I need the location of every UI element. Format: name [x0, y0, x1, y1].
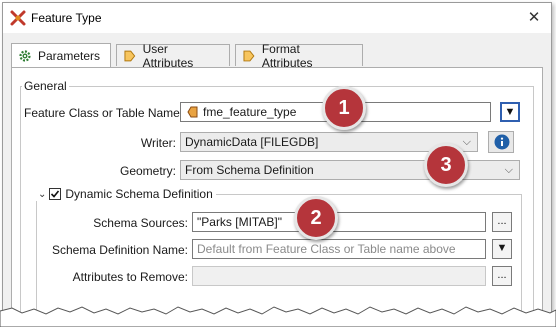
schema-name-input[interactable]: Default from Feature Class or Table name…: [192, 239, 486, 259]
schema-sources-label: Schema Sources:: [93, 216, 188, 230]
dynamic-schema-label: Dynamic Schema Definition: [65, 187, 213, 201]
geometry-value: From Schema Definition: [185, 163, 314, 177]
callout-badge-2: 2: [294, 196, 338, 240]
tab-label: Format Attributes: [261, 41, 313, 70]
attribute-arrow-icon: [243, 50, 255, 61]
window-title: Feature Type: [31, 11, 102, 25]
geometry-select[interactable]: From Schema Definition ⌵: [180, 160, 520, 180]
torn-edge-decoration: [0, 306, 556, 327]
gear-icon: [19, 49, 31, 62]
writer-info-button[interactable]: [488, 131, 514, 153]
feature-class-label: Feature Class or Table Name:: [24, 106, 184, 120]
triangle-down-icon: ▼: [504, 106, 516, 118]
callout-badge-1: 1: [322, 86, 366, 130]
feature-type-dialog: Feature Type ✕ Parameters User Attribute…: [2, 2, 552, 327]
writer-value: DynamicData [FILEGDB]: [185, 135, 319, 149]
dynamic-schema-checkbox[interactable]: [49, 188, 62, 200]
schema-name-label: Schema Definition Name:: [51, 243, 188, 257]
general-group-label: General: [22, 79, 69, 93]
chevron-down-icon: ⌵: [504, 164, 513, 176]
tab-format-attributes[interactable]: Format Attributes: [235, 42, 363, 70]
attributes-remove-browse-button[interactable]: ...: [492, 266, 512, 286]
triangle-down-icon: ▼: [496, 242, 508, 254]
parameters-panel: General Feature Class or Table Name: fme…: [11, 67, 543, 326]
title-bar: Feature Type ✕: [3, 3, 551, 33]
attributes-remove-label: Attributes to Remove:: [72, 270, 188, 284]
schema-sources-input[interactable]: "Parks [MITAB]": [192, 212, 486, 232]
tab-parameters[interactable]: Parameters: [11, 43, 111, 67]
geometry-label: Geometry:: [119, 164, 176, 178]
tab-user-attributes[interactable]: User Attributes: [116, 42, 230, 70]
collapse-chevron-icon[interactable]: ⌄: [38, 189, 46, 200]
feature-class-value: fme_feature_type: [203, 105, 297, 119]
schema-sources-value: "Parks [MITAB]": [197, 215, 282, 229]
info-icon: [494, 134, 510, 150]
dynamic-schema-header: ⌄ Dynamic Schema Definition: [36, 187, 216, 201]
checkmark-icon: [51, 190, 60, 198]
close-button[interactable]: ✕: [523, 7, 545, 29]
chevron-down-icon: ⌵: [462, 136, 471, 148]
tab-label: Parameters: [37, 48, 100, 63]
ellipsis-icon: ...: [497, 269, 507, 281]
tab-label: User Attributes: [142, 41, 194, 70]
fme-app-icon: [10, 10, 26, 26]
attribute-arrow-icon: [124, 50, 136, 61]
schema-sources-browse-button[interactable]: ...: [492, 212, 512, 232]
writer-label: Writer:: [140, 136, 176, 150]
schema-name-dropdown-button[interactable]: ▼: [492, 239, 512, 259]
close-icon: ✕: [527, 9, 541, 26]
attributes-remove-input[interactable]: [192, 266, 486, 286]
callout-badge-3: 3: [424, 143, 468, 187]
attribute-arrow-icon: [187, 106, 198, 118]
ellipsis-icon: ...: [497, 215, 507, 227]
schema-name-placeholder: Default from Feature Class or Table name…: [197, 242, 456, 256]
feature-class-dropdown-button[interactable]: ▼: [500, 102, 520, 122]
